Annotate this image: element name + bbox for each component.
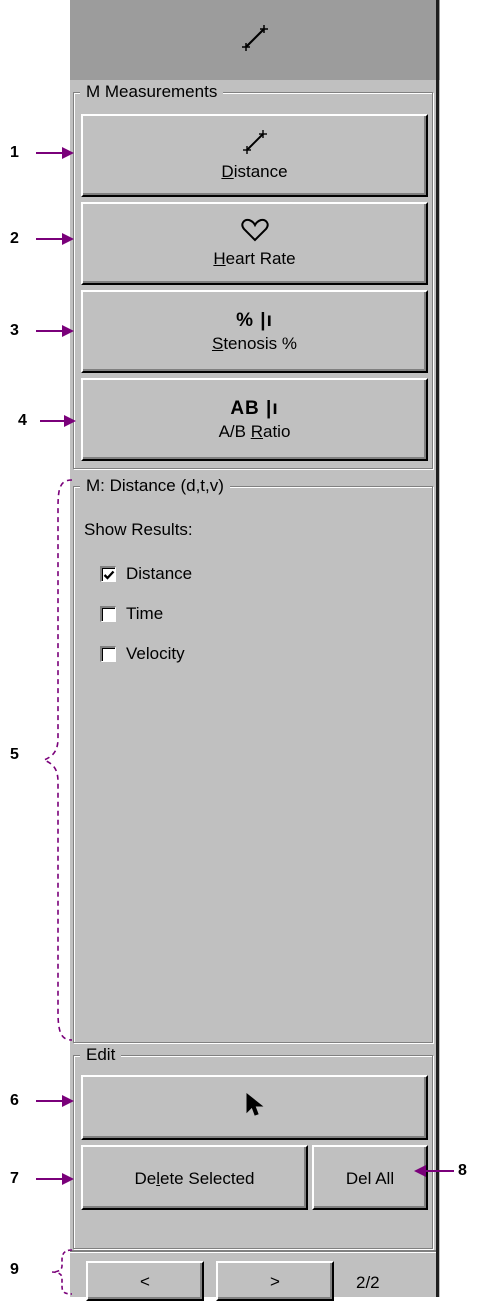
time-checkbox[interactable]: [100, 606, 116, 622]
show-results-label: Show Results:: [84, 520, 193, 539]
delete-all-button[interactable]: Del All: [312, 1145, 428, 1210]
ab-ratio-button[interactable]: AB |ı A/B Ratio: [81, 378, 428, 461]
distance-checkbox-row[interactable]: Distance: [100, 564, 192, 584]
previous-page-button[interactable]: <: [86, 1261, 204, 1301]
velocity-checkbox-label: Velocity: [126, 644, 185, 663]
pointer-arrow-icon: [244, 1092, 266, 1123]
velocity-checkbox[interactable]: [100, 646, 116, 662]
previous-page-label: <: [140, 1272, 150, 1291]
delete-selected-button[interactable]: Delete Selected: [81, 1145, 308, 1210]
panel-header: [70, 0, 440, 80]
callout-arrow-7: [36, 1173, 74, 1185]
distance-button-label: Distance: [221, 162, 288, 181]
callout-5: 5: [10, 746, 19, 763]
callout-arrow-8: [414, 1165, 454, 1177]
callout-1: 1: [10, 144, 19, 161]
callout-7: 7: [10, 1170, 19, 1187]
select-pointer-button[interactable]: [81, 1075, 428, 1140]
distance-button[interactable]: Distance: [81, 114, 428, 197]
next-page-button[interactable]: >: [216, 1261, 334, 1301]
distance-checkbox-label: Distance: [126, 564, 193, 583]
callout-4: 4: [18, 412, 27, 429]
callout-2: 2: [10, 230, 19, 247]
velocity-checkbox-row[interactable]: Velocity: [100, 644, 185, 664]
distance-checkbox[interactable]: [100, 566, 116, 582]
callout-arrow-2: [36, 233, 74, 245]
page-indicator: 2/2: [356, 1273, 380, 1292]
stenosis-icon: % |ı: [236, 309, 273, 331]
callout-bracket-9: [51, 1249, 73, 1295]
heart-icon: [240, 218, 269, 247]
callout-arrow-6: [36, 1095, 74, 1107]
edit-legend: Edit: [80, 1044, 122, 1066]
checkmark-icon: [103, 570, 114, 580]
pager-divider: [70, 1250, 436, 1252]
callout-8: 8: [458, 1162, 467, 1179]
callout-arrow-1: [36, 147, 74, 159]
m-distance-legend: M: Distance (d,t,v): [80, 475, 230, 497]
caliper-icon: [242, 129, 268, 160]
heart-rate-button[interactable]: Heart Rate: [81, 202, 428, 285]
callout-6: 6: [10, 1092, 19, 1109]
ab-ratio-button-label: A/B Ratio: [218, 421, 291, 441]
time-checkbox-row[interactable]: Time: [100, 604, 163, 624]
delete-selected-label: Delete Selected: [134, 1168, 255, 1188]
m-measurements-legend: M Measurements: [80, 81, 224, 103]
callout-9: 9: [10, 1261, 19, 1278]
heart-rate-button-label: Heart Rate: [213, 249, 296, 268]
stenosis-button-label: Stenosis %: [211, 333, 298, 353]
stenosis-button[interactable]: % |ı Stenosis %: [81, 290, 428, 373]
callout-arrow-3: [36, 325, 74, 337]
panel-right-border: [436, 0, 439, 1297]
next-page-label: >: [270, 1272, 280, 1291]
delete-all-label: Del All: [345, 1168, 395, 1188]
time-checkbox-label: Time: [126, 604, 164, 623]
ab-ratio-icon: AB |ı: [230, 397, 279, 419]
callout-3: 3: [10, 322, 19, 339]
callout-bracket-5: [41, 479, 73, 1041]
callout-arrow-4: [40, 415, 76, 427]
distance-caliper-icon: [240, 23, 270, 58]
